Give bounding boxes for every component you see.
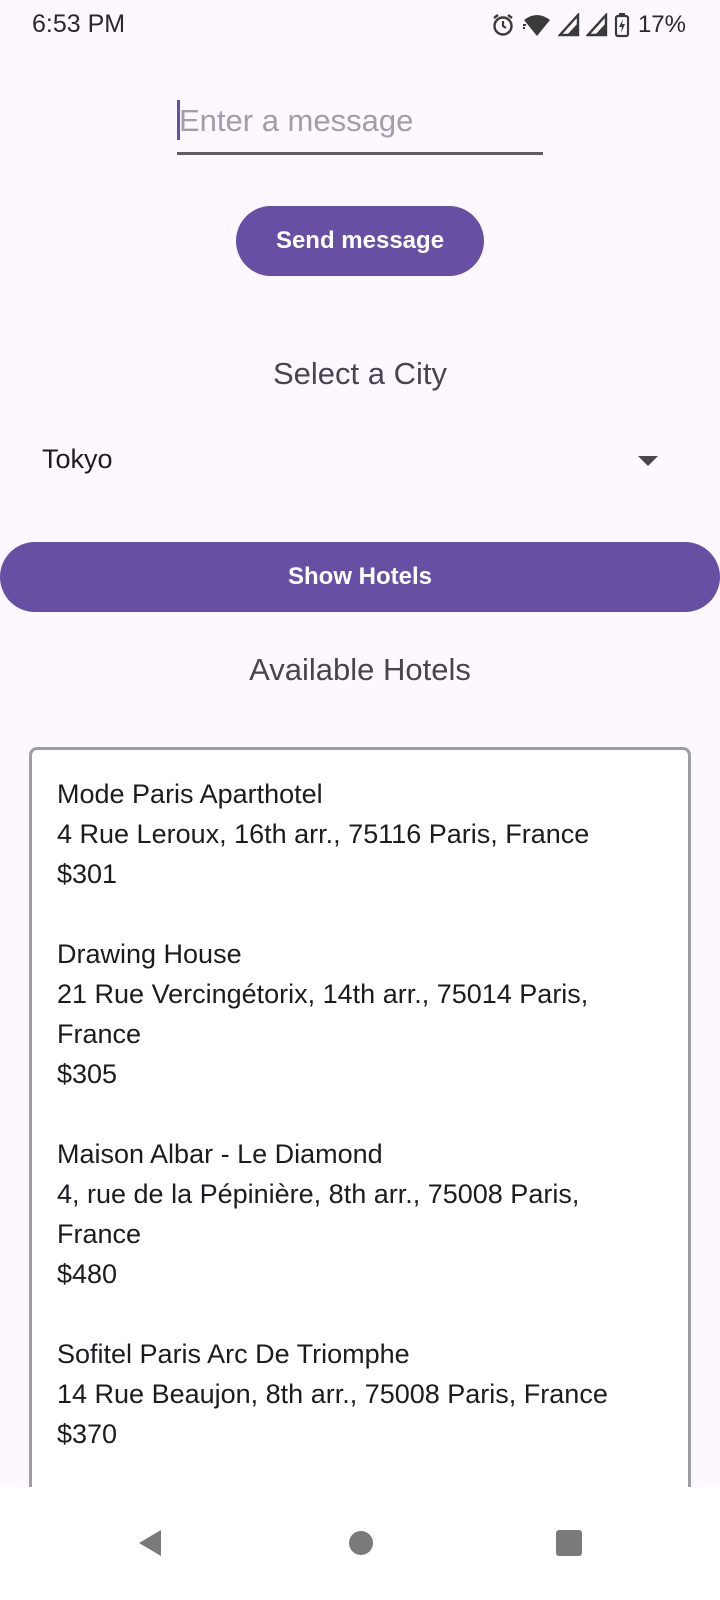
- show-hotels-button[interactable]: Show Hotels: [0, 542, 720, 612]
- city-dropdown[interactable]: Tokyo: [0, 426, 720, 496]
- status-bar: 6:53 PM 17%: [0, 0, 720, 52]
- hotel-name: Maison Albar - Le Diamond: [57, 1139, 383, 1169]
- hotel-name: Mode Paris Aparthotel: [57, 779, 323, 809]
- recents-icon[interactable]: [556, 1530, 582, 1556]
- hotel-list-item: Mode Paris Aparthotel 4 Rue Leroux, 16th…: [57, 774, 657, 894]
- signal-icon: [557, 13, 580, 37]
- hotel-list-item: Drawing House 21 Rue Vercingétorix, 14th…: [57, 934, 657, 1094]
- hotel-address: 4 Rue Leroux, 16th arr., 75116 Paris, Fr…: [57, 819, 590, 849]
- wifi-icon: [522, 12, 552, 38]
- alarm-icon: [490, 12, 516, 38]
- hotel-list: Mode Paris Aparthotel 4 Rue Leroux, 16th…: [57, 774, 657, 1487]
- hotel-price: $305: [57, 1059, 118, 1089]
- hotel-list-item: Sofitel Paris Arc De Triomphe 14 Rue Bea…: [57, 1334, 657, 1454]
- text-cursor: [177, 100, 180, 140]
- hotel-name: Drawing House: [57, 939, 242, 969]
- select-city-title: Select a City: [272, 356, 447, 391]
- hotel-address: 14 Rue Beaujon, 8th arr., 75008 Paris, F…: [57, 1379, 608, 1409]
- chevron-down-icon[interactable]: [638, 456, 658, 466]
- hotel-address: 21 Rue Vercingétorix, 14th arr., 75014 P…: [57, 979, 589, 1049]
- hotel-list-item: Maison Albar - Le Diamond 4, rue de la P…: [57, 1134, 657, 1294]
- status-time: 6:53 PM: [32, 10, 126, 38]
- signal-icon: [585, 13, 608, 37]
- message-input[interactable]: [177, 96, 545, 146]
- battery-charging-icon: [614, 12, 630, 38]
- hotel-price: $480: [57, 1259, 118, 1289]
- available-hotels-title: Available Hotels: [249, 652, 471, 687]
- hotel-list-box[interactable]: Mode Paris Aparthotel 4 Rue Leroux, 16th…: [29, 747, 691, 1487]
- home-icon[interactable]: [349, 1531, 373, 1555]
- battery-percent: 17%: [637, 11, 686, 38]
- hotel-price: $301: [57, 859, 118, 889]
- message-field[interactable]: [177, 96, 545, 155]
- hotel-address: 4, rue de la Pépinière, 8th arr., 75008 …: [57, 1179, 580, 1249]
- send-message-button[interactable]: Send message: [236, 206, 484, 276]
- hotel-name: Sofitel Paris Arc De Triomphe: [57, 1339, 410, 1369]
- hotel-price: $370: [57, 1419, 118, 1449]
- city-selected-value: Tokyo: [42, 444, 113, 474]
- back-icon[interactable]: [137, 1528, 163, 1563]
- navigation-bar: [0, 1487, 720, 1600]
- status-icons: 17%: [490, 9, 686, 41]
